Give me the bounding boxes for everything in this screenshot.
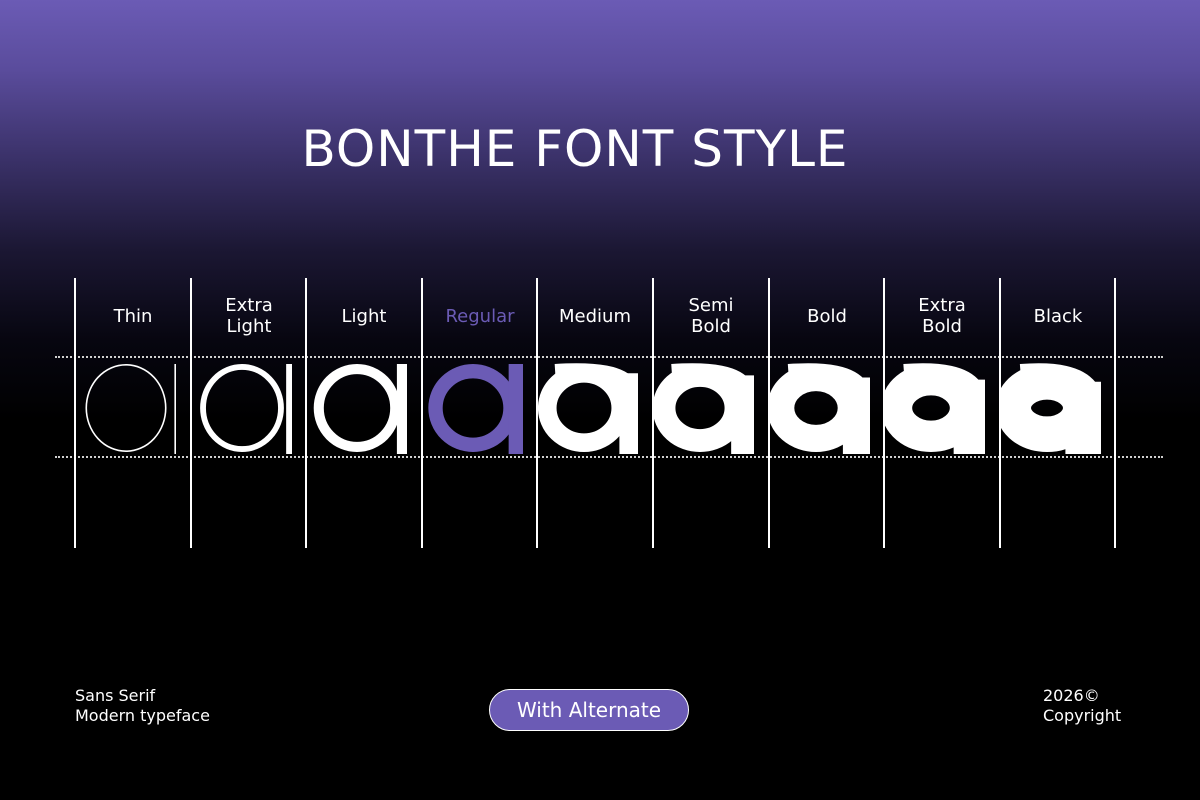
glyph-bowl	[313, 363, 401, 453]
weight-label: Thin	[113, 305, 153, 327]
glyph-sample	[423, 362, 537, 454]
glyph-sample	[654, 362, 768, 454]
glyph-shoulder	[1019, 363, 1099, 407]
footer-year: 2026©	[1043, 686, 1100, 705]
footer-right: 2026© Copyright	[1043, 686, 1121, 726]
guide-line-top	[55, 356, 1163, 358]
glyph-bowl	[85, 363, 167, 453]
glyph-a-shape	[1001, 363, 1101, 454]
weight-label: Extra Light	[225, 295, 273, 337]
footer-category: Sans Serif	[75, 686, 156, 705]
glyph-shoulder	[787, 363, 869, 400]
glyph-shoulder	[903, 363, 984, 404]
weight-label: Regular	[445, 305, 515, 327]
glyph-a-shape	[538, 363, 638, 454]
weight-label: Light	[341, 305, 387, 327]
glyph-bowl	[428, 363, 518, 453]
glyph-sample	[192, 362, 306, 454]
footer-copyright: Copyright	[1043, 706, 1122, 725]
guide-line-bottom	[55, 456, 1163, 458]
glyph-a-shape	[200, 363, 292, 454]
glyph-sample	[307, 362, 421, 454]
glyph-sample	[1001, 362, 1115, 454]
with-alternate-button[interactable]: With Alternate	[489, 689, 689, 731]
glyph-sample	[76, 362, 190, 454]
weight-label: Semi Bold	[688, 295, 734, 337]
glyph-sample	[885, 362, 999, 454]
weight-label: Black	[1033, 305, 1083, 327]
weight-label: Extra Bold	[918, 295, 966, 337]
glyph-sample	[538, 362, 652, 454]
glyph-a-shape	[885, 363, 985, 454]
glyph-a-shape	[85, 363, 176, 454]
footer-description: Modern typeface	[75, 706, 210, 725]
glyph-a-shape	[428, 363, 523, 454]
glyph-sample	[770, 362, 884, 454]
font-specimen-poster: BONTHE FONT STYLE Thin Extra Light Light Re…	[0, 0, 1200, 800]
page-title: BONTHE FONT STYLE	[301, 120, 849, 178]
glyph-a-shape	[770, 363, 870, 454]
weight-label: Bold	[807, 305, 847, 327]
glyph-a-shape	[654, 363, 754, 454]
glyph-bowl	[200, 363, 284, 453]
footer-left: Sans Serif Modern typeface	[75, 686, 210, 726]
glyph-a-shape	[313, 363, 407, 454]
weight-label: Medium	[559, 305, 631, 327]
